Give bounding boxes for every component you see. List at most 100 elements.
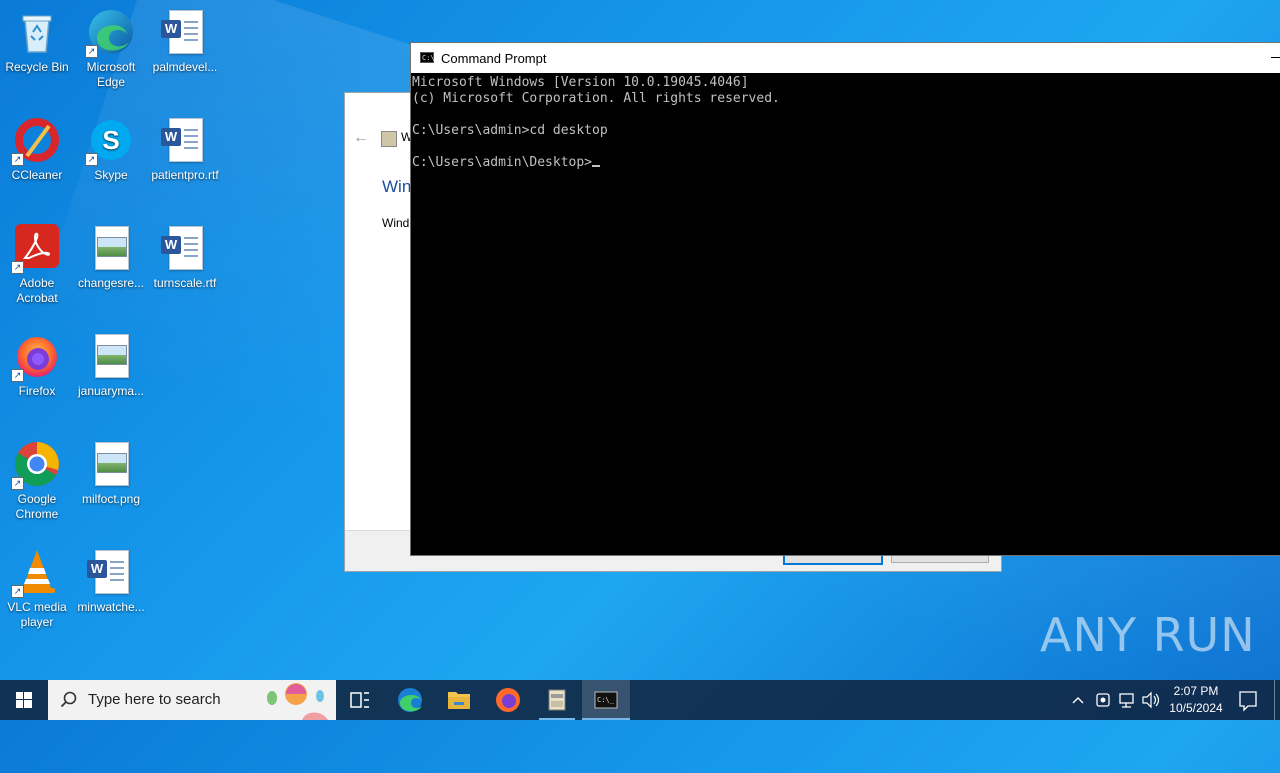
task-view-icon (350, 692, 369, 708)
desktop-icon-label: januaryma... (77, 384, 145, 398)
cmd-title: Command Prompt (441, 51, 547, 66)
desktop-icon-label: Microsoft Edge (86, 60, 136, 89)
ccleaner-icon: ↗ (11, 116, 61, 166)
word-document-icon: W (161, 224, 209, 272)
taskbar-search-box[interactable]: Type here to search (48, 680, 336, 720)
desktop-icon-label: turnscale.rtf (153, 276, 217, 290)
cmd-icon: C:\_ (594, 691, 618, 709)
taskbar-firefox[interactable] (484, 680, 532, 720)
tray-network[interactable] (1116, 680, 1138, 720)
shortcut-arrow-icon: ↗ (85, 45, 98, 58)
desktop-icon-label: changesre... (77, 276, 145, 290)
desktop-icon-microsoft-edge[interactable]: ↗ Microsoft Edge (74, 2, 148, 90)
svg-text:C:\_: C:\_ (597, 696, 615, 704)
file-explorer-icon (448, 692, 470, 709)
console-line: C:\Users\admin>cd desktop (412, 123, 608, 138)
shortcut-arrow-icon: ↗ (11, 369, 24, 382)
word-document-icon: W (161, 116, 209, 164)
vlc-icon: ↗ (11, 548, 61, 598)
desktop-icon-firefox[interactable]: ↗ Firefox (0, 326, 74, 399)
firefox-icon (496, 688, 520, 712)
desktop-icon-milfoct[interactable]: milfoct.png (74, 434, 148, 507)
show-desktop-button[interactable] (1274, 680, 1275, 720)
image-file-icon (87, 440, 135, 488)
balloons-illustration-icon (267, 683, 328, 720)
window-app-icon (381, 131, 397, 147)
shortcut-arrow-icon: ↗ (11, 585, 24, 598)
taskbar: Type here to search C:\_ 2:07 PM 10/5/20… (0, 680, 1280, 720)
desktop-icon-label: Google Chrome (15, 492, 59, 521)
edge-icon: ↗ (85, 8, 135, 58)
image-file-icon (87, 224, 135, 272)
anyrun-watermark: ANY RUN (1040, 608, 1256, 662)
desktop-icon-skype[interactable]: S ↗ Skype (74, 110, 148, 183)
desktop-icon-label: Skype (94, 168, 128, 182)
desktop-icon-label: minwatche... (77, 600, 145, 614)
desktop-icon-label: Recycle Bin (5, 60, 69, 74)
notification-center-button[interactable] (1234, 680, 1262, 720)
taskbar-package-app[interactable] (533, 680, 581, 720)
desktop-icon-label: milfoct.png (81, 492, 141, 506)
desktop-icon-ccleaner[interactable]: ↗ CCleaner (0, 110, 74, 183)
desktop-icon-palmdevel[interactable]: W palmdevel... (148, 2, 222, 75)
shortcut-arrow-icon: ↗ (11, 153, 24, 166)
desktop-icon-patientpro[interactable]: W patientpro.rtf (148, 110, 222, 183)
desktop-icon-minwatche[interactable]: W minwatche... (74, 542, 148, 615)
console-prompt: C:\Users\admin\Desktop> (412, 155, 593, 170)
task-view-button[interactable] (336, 680, 384, 720)
edge-icon (398, 688, 422, 712)
taskbar-edge[interactable] (386, 680, 434, 720)
recycle-bin-icon (13, 8, 61, 56)
clock-time: 2:07 PM (1173, 684, 1219, 698)
acrobat-icon: ↗ (11, 224, 61, 274)
skype-icon: S ↗ (85, 116, 135, 166)
window-text: Wind (382, 216, 410, 230)
desktop-icon-label: VLC media player (7, 600, 67, 629)
desktop-icon-recycle-bin[interactable]: Recycle Bin (0, 2, 74, 75)
show-hidden-icons-button[interactable] (1068, 680, 1088, 720)
console-prompt-line: C:\Users\admin\Desktop> (412, 155, 1280, 171)
desktop-icon-label: CCleaner (11, 168, 63, 182)
minimize-icon[interactable] (1271, 57, 1280, 58)
chrome-icon: ↗ (11, 440, 61, 490)
cmd-title-bar[interactable]: C:\_ Command Prompt (411, 43, 1280, 73)
cmd-icon: C:\_ (420, 52, 439, 63)
window-heading: Win (382, 177, 412, 196)
svg-text:S: S (102, 125, 119, 155)
tray-volume[interactable] (1140, 680, 1162, 720)
word-document-icon: W (161, 8, 209, 56)
watermark-text: ANY RUN (1040, 608, 1256, 662)
console-line: (c) Microsoft Corporation. All rights re… (412, 91, 780, 106)
start-button[interactable] (0, 680, 48, 720)
desktop-icon-label: palmdevel... (152, 60, 218, 74)
desktop-icon-turnscale[interactable]: W turnscale.rtf (148, 218, 222, 291)
package-icon (548, 689, 566, 711)
text-cursor (592, 165, 601, 167)
desktop-icon-adobe-acrobat[interactable]: ↗ Adobe Acrobat (0, 218, 74, 306)
clock-date: 10/5/2024 (1169, 701, 1223, 715)
desktop-icon-changesre[interactable]: changesre... (74, 218, 148, 291)
tray-meet-now[interactable] (1092, 680, 1114, 720)
meet-now-icon (1096, 693, 1110, 707)
image-file-icon (87, 332, 135, 380)
console-output[interactable]: Microsoft Windows [Version 10.0.19045.40… (411, 73, 1280, 173)
windows-logo-icon (16, 692, 32, 708)
firefox-icon: ↗ (11, 332, 61, 382)
taskbar-file-explorer[interactable] (435, 680, 483, 720)
search-icon (60, 691, 77, 708)
desktop-icon-google-chrome[interactable]: ↗ Google Chrome (0, 434, 74, 522)
taskbar-clock[interactable]: 2:07 PM 10/5/2024 (1160, 683, 1232, 717)
shortcut-arrow-icon: ↗ (11, 477, 24, 490)
back-arrow-icon[interactable]: ← (353, 129, 369, 147)
taskbar-command-prompt[interactable]: C:\_ (582, 680, 630, 720)
shortcut-arrow-icon: ↗ (85, 153, 98, 166)
desktop-icon-januaryma[interactable]: januaryma... (74, 326, 148, 399)
shortcut-arrow-icon: ↗ (11, 261, 24, 274)
notification-icon (1239, 691, 1257, 712)
speaker-icon (1142, 691, 1160, 709)
desktop-icon-label: patientpro.rtf (151, 168, 219, 182)
command-prompt-window[interactable]: C:\_ Command Prompt Microsoft Windows [V… (410, 42, 1280, 556)
desktop-icon-vlc[interactable]: ↗ VLC media player (0, 542, 74, 630)
